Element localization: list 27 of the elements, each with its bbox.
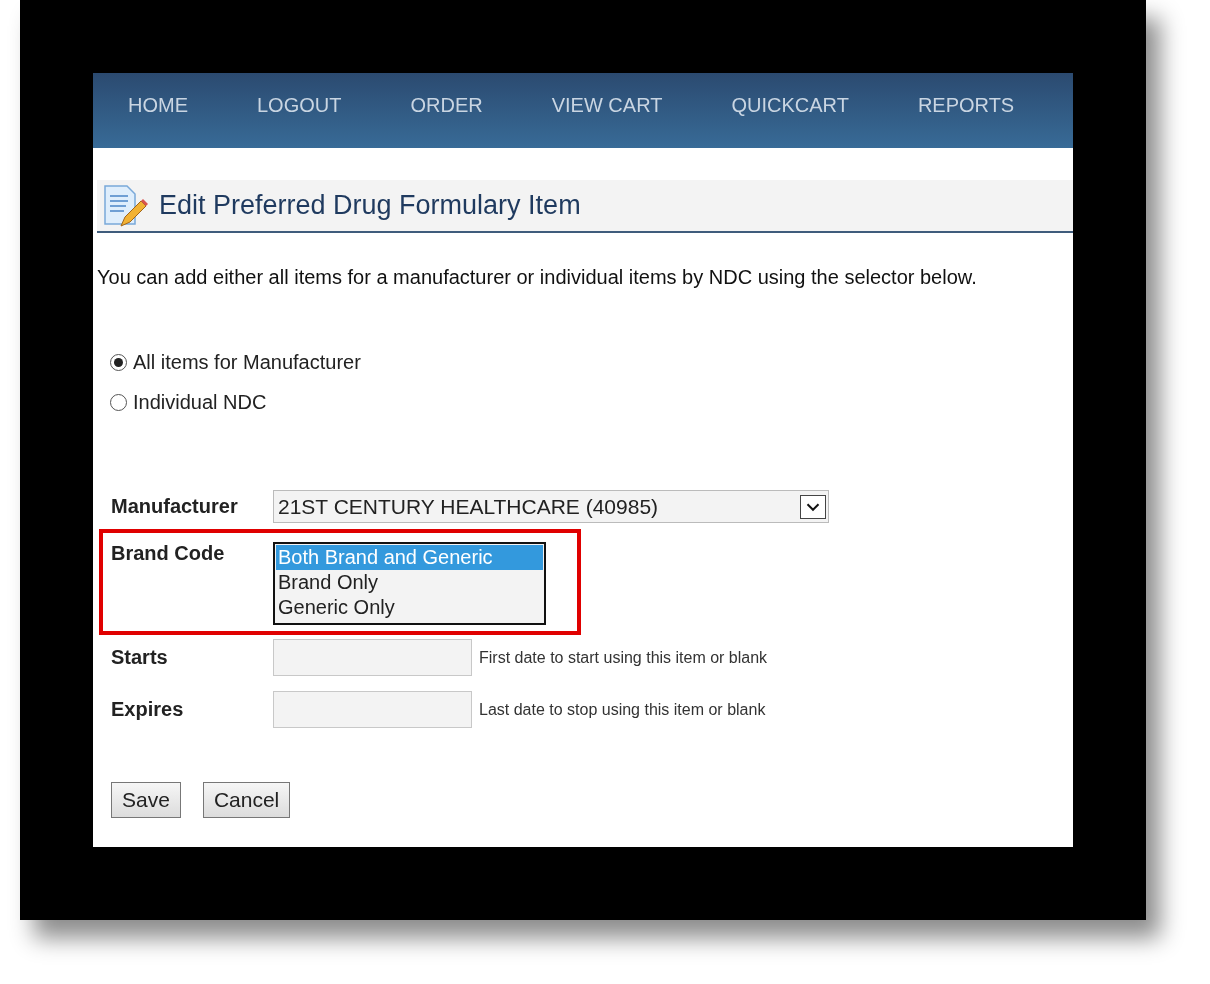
nav-link[interactable]: VIEW CART [551,94,663,127]
nav-link[interactable]: HOME [128,94,188,127]
form-button[interactable]: Save [111,782,181,818]
field-label: Starts [111,646,169,669]
page-title: Edit Preferred Drug Formulary Item [159,190,581,221]
list-option[interactable]: Both Brand and Generic [276,545,543,570]
nav-link[interactable]: LOGOUT [257,94,342,127]
field-hint: First date to start using this item or blank [479,648,768,667]
radio-button[interactable] [110,354,127,371]
nav-link[interactable]: QUICKCART [731,94,849,127]
radio-label: All items for Manufacturer [133,351,361,374]
radio-button[interactable] [110,394,127,411]
field-label: Manufacturer [111,495,239,518]
manufacturer-select[interactable]: 21ST CENTURY HEALTHCARE (40985) [273,490,829,523]
form-button[interactable]: Cancel [202,782,291,818]
list-option[interactable]: Brand Only [276,570,543,595]
field-hint: Last date to stop using this item or blank [479,700,766,719]
date-input[interactable] [273,639,472,676]
caret-icon [800,494,826,519]
list-option[interactable]: Generic Only [276,595,543,620]
field-label: Expires [111,698,185,721]
intro-text: You can add either all items for a manufacturer or individual items by NDC using the selector below. [97,265,978,289]
nav-link[interactable]: REPORTS [917,94,1015,127]
nav-link[interactable]: ORDER [410,94,483,127]
radio-label: Individual NDC [133,391,267,414]
date-input[interactable] [273,691,472,728]
field-label: Brand Code [111,542,226,565]
